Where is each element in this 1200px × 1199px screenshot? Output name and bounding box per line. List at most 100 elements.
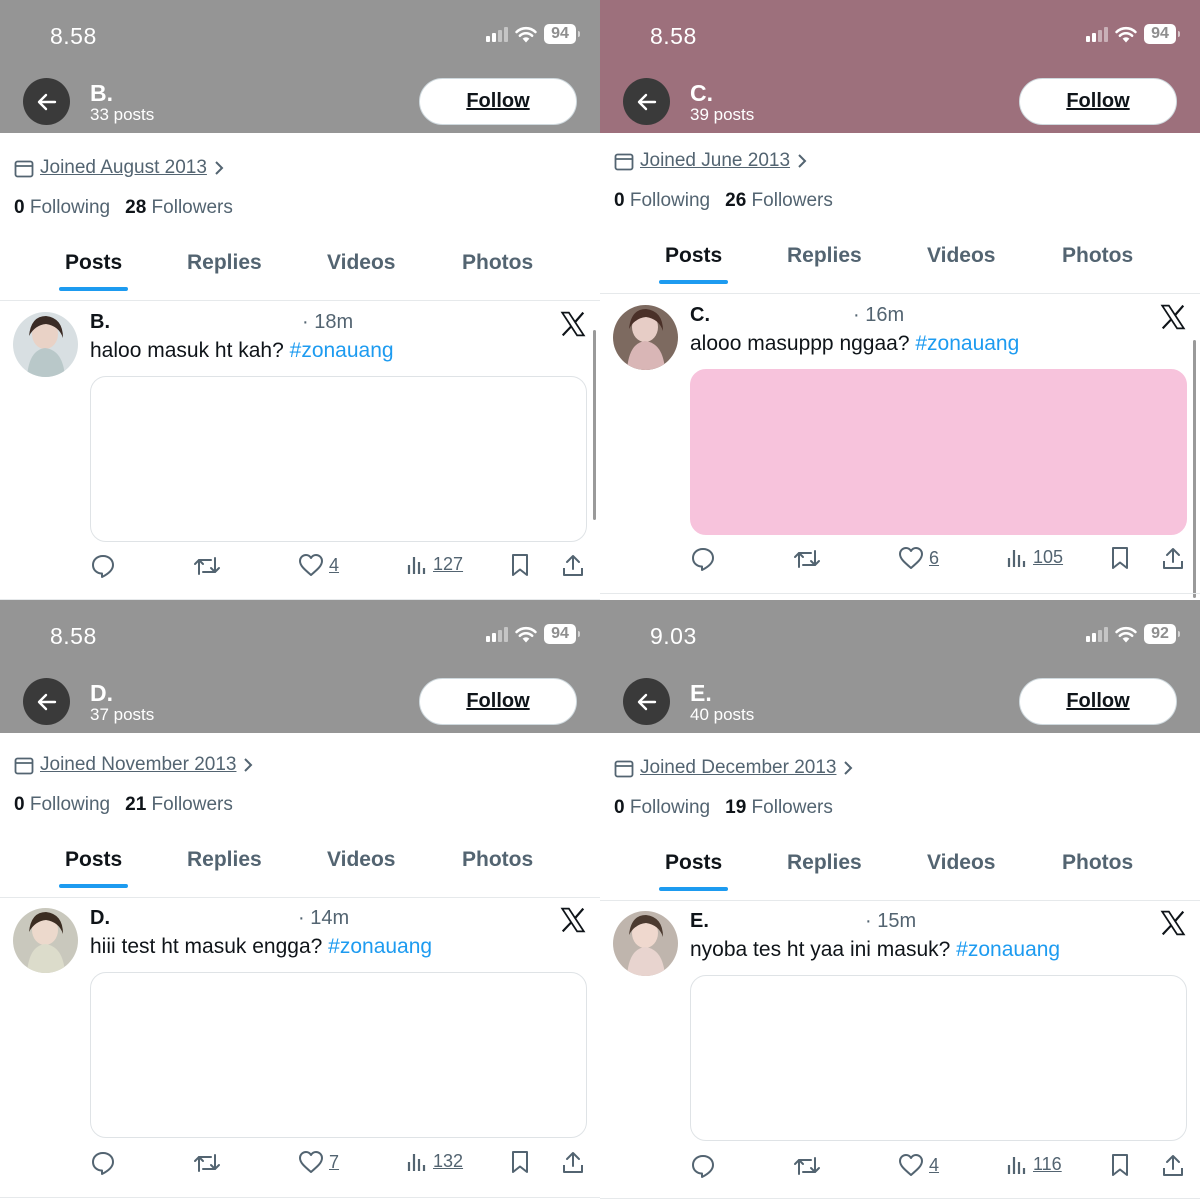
status-icons: 94 [486, 624, 580, 644]
avatar[interactable] [13, 908, 78, 973]
followers-stat[interactable]: 21 Followers [125, 794, 233, 816]
avatar[interactable] [613, 305, 678, 370]
like-button[interactable]: 6 [898, 546, 939, 570]
tab-replies[interactable]: Replies [187, 251, 262, 275]
views-button[interactable]: 127 [406, 553, 463, 575]
retweet-button[interactable] [193, 553, 221, 579]
tweet-media[interactable] [90, 376, 587, 542]
tweet-timestamp[interactable]: · 18m [302, 311, 353, 334]
tab-photos[interactable]: Photos [462, 848, 533, 872]
retweet-button[interactable] [193, 1150, 221, 1176]
followers-stat[interactable]: 19 Followers [725, 797, 833, 819]
follow-button[interactable]: Follow [419, 678, 577, 725]
tweet-actions: 4 127 [90, 553, 590, 583]
retweet-button[interactable] [793, 1153, 821, 1179]
hashtag-link[interactable]: #zonauang [956, 938, 1060, 961]
calendar-icon [14, 757, 34, 774]
following-stat[interactable]: 0 Following [14, 794, 110, 816]
scrollbar[interactable] [1193, 340, 1196, 598]
view-count: 116 [1033, 1153, 1062, 1174]
like-button[interactable]: 4 [898, 1153, 939, 1177]
back-button[interactable] [623, 678, 670, 725]
tweet-author[interactable]: D. [90, 907, 110, 930]
x-logo-icon [560, 907, 586, 933]
share-button[interactable] [1162, 1153, 1184, 1177]
tab-videos[interactable]: Videos [327, 251, 395, 275]
followers-stat[interactable]: 26 Followers [725, 190, 833, 212]
tab-replies[interactable]: Replies [187, 848, 262, 872]
reply-button[interactable] [690, 546, 716, 572]
bookmark-button[interactable] [1110, 1153, 1130, 1177]
share-button[interactable] [562, 553, 584, 577]
joined-date[interactable]: Joined August 2013 [14, 157, 225, 179]
follow-button[interactable]: Follow [1019, 678, 1177, 725]
reply-button[interactable] [690, 1153, 716, 1179]
like-button[interactable]: 7 [298, 1150, 339, 1174]
tweet-timestamp[interactable]: · 14m [298, 907, 349, 930]
views-button[interactable]: 132 [406, 1150, 463, 1172]
hashtag-link[interactable]: #zonauang [915, 332, 1019, 355]
tweet-text: nyoba tes ht yaa ini masuk? #zonauang [690, 938, 1061, 961]
tweet-timestamp[interactable]: · 16m [853, 304, 904, 327]
tab-posts[interactable]: Posts [65, 848, 122, 872]
avatar[interactable] [13, 312, 78, 377]
tab-replies[interactable]: Replies [787, 851, 862, 875]
following-stat[interactable]: 0 Following [614, 190, 710, 212]
follow-button[interactable]: Follow [419, 78, 577, 125]
view-count: 127 [433, 553, 464, 574]
profile-name: D. [90, 680, 113, 706]
following-stat[interactable]: 0 Following [614, 797, 710, 819]
tweet-media[interactable] [90, 972, 587, 1138]
tab-videos[interactable]: Videos [327, 848, 395, 872]
views-button[interactable]: 116 [1006, 1153, 1062, 1175]
follow-button[interactable]: Follow [1019, 78, 1177, 125]
joined-date[interactable]: Joined June 2013 [614, 150, 808, 172]
tab-photos[interactable]: Photos [462, 251, 533, 275]
tab-posts[interactable]: Posts [65, 251, 122, 275]
tab-replies[interactable]: Replies [787, 244, 862, 268]
views-chart-icon [1007, 550, 1026, 567]
tweet-author[interactable]: E. [690, 910, 709, 933]
profile-tabs: Posts Replies Videos Photos [600, 244, 1200, 294]
tab-videos[interactable]: Videos [927, 244, 995, 268]
followers-stat[interactable]: 28 Followers [125, 197, 233, 219]
hashtag-link[interactable]: #zonauang [328, 935, 432, 958]
status-icons: 94 [1086, 24, 1180, 44]
share-button[interactable] [562, 1150, 584, 1174]
like-button[interactable]: 4 [298, 553, 339, 577]
profile-name: E. [690, 680, 712, 706]
back-button[interactable] [23, 78, 70, 125]
reply-button[interactable] [90, 1150, 116, 1176]
tweet-media[interactable] [690, 975, 1187, 1141]
tab-photos[interactable]: Photos [1062, 851, 1133, 875]
tweet-author[interactable]: C. [690, 304, 710, 327]
tab-videos[interactable]: Videos [927, 851, 995, 875]
tab-photos[interactable]: Photos [1062, 244, 1133, 268]
active-tab-indicator [59, 287, 128, 291]
tab-posts[interactable]: Posts [665, 851, 722, 875]
tweet-timestamp[interactable]: · 15m [865, 910, 916, 933]
scrollbar[interactable] [593, 330, 596, 520]
bookmark-button[interactable] [1110, 546, 1130, 570]
tab-posts[interactable]: Posts [665, 244, 722, 268]
reply-button[interactable] [90, 553, 116, 579]
avatar[interactable] [613, 911, 678, 976]
tweet-media[interactable] [690, 369, 1187, 535]
retweet-button[interactable] [793, 546, 821, 572]
tweet-author[interactable]: B. [90, 311, 110, 334]
back-button[interactable] [623, 78, 670, 125]
status-time: 8.58 [50, 623, 97, 649]
bookmark-button[interactable] [510, 1150, 530, 1174]
joined-label: Joined August 2013 [40, 157, 207, 178]
joined-date[interactable]: Joined November 2013 [14, 754, 254, 776]
following-stat[interactable]: 0 Following [14, 197, 110, 219]
share-button[interactable] [1162, 546, 1184, 570]
views-button[interactable]: 105 [1006, 546, 1063, 568]
like-count: 4 [929, 1154, 940, 1175]
back-button[interactable] [23, 678, 70, 725]
share-icon [1163, 1155, 1183, 1176]
profile-tabs: Posts Replies Videos Photos [0, 251, 600, 301]
joined-date[interactable]: Joined December 2013 [614, 757, 854, 779]
bookmark-button[interactable] [510, 553, 530, 577]
hashtag-link[interactable]: #zonauang [290, 339, 394, 362]
